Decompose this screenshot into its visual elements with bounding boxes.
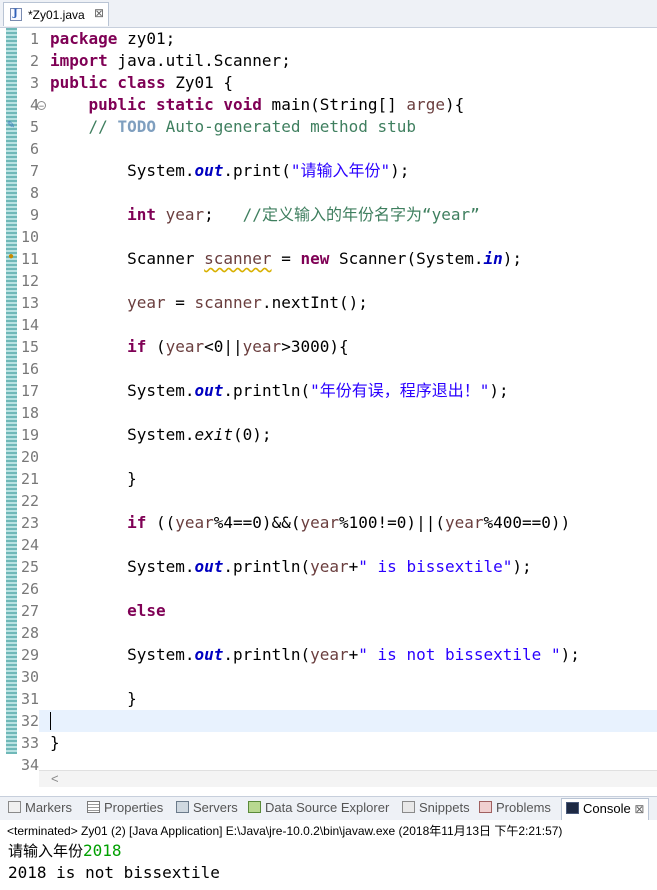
code-line-21[interactable]: }: [50, 468, 137, 490]
code-line-33[interactable]: }: [50, 732, 60, 754]
tab-markers[interactable]: Markers: [8, 800, 72, 818]
tab-console[interactable]: Console ⊠: [561, 798, 650, 820]
scroll-left-icon[interactable]: <: [51, 771, 59, 786]
line-number: 31: [20, 690, 39, 708]
code-line-2[interactable]: import java.util.Scanner;: [50, 50, 291, 72]
console-view[interactable]: <terminated> Zy01 (2) [Java Application]…: [0, 820, 657, 890]
line-number: 30: [20, 668, 39, 686]
console-output-line-2: 2018 is not bissextile: [8, 863, 220, 882]
line-number: 9: [29, 206, 39, 224]
line-number: 11: [20, 250, 39, 268]
line-number: 24: [20, 536, 39, 554]
line-number: 23: [20, 514, 39, 532]
line-number: 14: [20, 316, 39, 334]
quick-diff-bar: [6, 28, 17, 754]
code-line-9[interactable]: int year; //定义输入的年份名字为“year”: [50, 204, 480, 226]
code-line-13[interactable]: year = scanner.nextInt();: [50, 292, 368, 314]
line-number: 27: [20, 602, 39, 620]
code-line-29[interactable]: System.out.println(year+" is not bissext…: [50, 644, 580, 666]
code-line-23[interactable]: if ((year%4==0)&&(year%100!=0)||(year%40…: [50, 512, 570, 534]
line-number: 21: [20, 470, 39, 488]
code-line-11[interactable]: Scanner scanner = new Scanner(System.in)…: [50, 248, 522, 270]
views-tab-bar: Markers Properties Servers Data Source E…: [0, 796, 657, 821]
console-status-label: <terminated> Zy01 (2) [Java Application]…: [7, 824, 563, 838]
line-number: 17: [20, 382, 39, 400]
console-icon: [566, 802, 579, 814]
code-line-15[interactable]: if (year<0||year>3000){: [50, 336, 349, 358]
line-number: 28: [20, 624, 39, 642]
tab-problems[interactable]: Problems: [479, 800, 551, 818]
snippets-icon: [402, 801, 415, 813]
editor-tab-bar: J *Zy01.java ⊠: [0, 0, 657, 28]
line-number: 20: [20, 448, 39, 466]
code-line-27[interactable]: else: [50, 600, 166, 622]
console-user-input: 2018: [83, 841, 122, 860]
line-number: 19: [20, 426, 39, 444]
tab-servers[interactable]: Servers: [176, 800, 238, 818]
markers-icon: [8, 801, 21, 813]
editor-tab-zy01[interactable]: J *Zy01.java ⊠: [3, 2, 109, 26]
current-line-highlight: [39, 710, 657, 732]
line-number: 3: [29, 74, 39, 92]
properties-icon: [87, 801, 100, 813]
tab-snippets[interactable]: Snippets: [402, 800, 470, 818]
line-number: 22: [20, 492, 39, 510]
data-source-icon: [248, 801, 261, 813]
code-line-5[interactable]: // TODO Auto-generated method stub: [50, 116, 417, 138]
tab-data-source-explorer[interactable]: Data Source Explorer: [248, 800, 389, 818]
close-icon[interactable]: ⊠: [94, 6, 104, 20]
console-output-line-1: 请输入年份2018: [8, 841, 122, 860]
text-cursor: [50, 712, 51, 730]
line-number: 26: [20, 580, 39, 598]
code-line-4[interactable]: public static void main(String[] arge){: [50, 94, 465, 116]
code-line-19[interactable]: System.exit(0);: [50, 424, 272, 446]
tab-properties[interactable]: Properties: [87, 800, 163, 818]
horizontal-scrollbar[interactable]: <: [39, 770, 657, 787]
line-number: 13: [20, 294, 39, 312]
code-editor[interactable]: ✎ ● − 1 2 3 4 5 6 7 8 9 10 11 12 13 14 15 16 17 18 19 20 21 2…: [0, 28, 657, 774]
line-number: 7: [29, 162, 39, 180]
code-line-31[interactable]: }: [50, 688, 137, 710]
line-number: 1: [29, 30, 39, 48]
editor-tab-title: *Zy01.java: [28, 8, 85, 22]
line-number: 5: [29, 118, 39, 136]
line-number: 18: [20, 404, 39, 422]
line-number: 16: [20, 360, 39, 378]
code-line-1[interactable]: package zy01;: [50, 28, 175, 50]
close-icon[interactable]: ⊠: [634, 802, 644, 816]
code-line-7[interactable]: System.out.print("请输入年份");: [50, 160, 409, 182]
line-number: 12: [20, 272, 39, 290]
line-number: 10: [20, 228, 39, 246]
line-number: 32: [20, 712, 39, 730]
line-number: 8: [29, 184, 39, 202]
line-number: 34: [20, 756, 39, 774]
code-line-17[interactable]: System.out.println("年份有误，程序退出！");: [50, 380, 509, 402]
line-number: 33: [20, 734, 39, 752]
line-number: 4: [29, 96, 39, 114]
code-line-3[interactable]: public class Zy01 {: [50, 72, 233, 94]
line-number: 2: [29, 52, 39, 70]
line-number: 6: [29, 140, 39, 158]
servers-icon: [176, 801, 189, 813]
warning-marker-icon[interactable]: ●: [5, 251, 17, 263]
task-marker-icon[interactable]: ✎: [5, 120, 17, 132]
line-number: 25: [20, 558, 39, 576]
code-line-25[interactable]: System.out.println(year+" is bissextile"…: [50, 556, 532, 578]
line-number: 29: [20, 646, 39, 664]
line-number: 15: [20, 338, 39, 356]
problems-icon: [479, 801, 492, 813]
java-file-icon: J: [10, 8, 22, 21]
